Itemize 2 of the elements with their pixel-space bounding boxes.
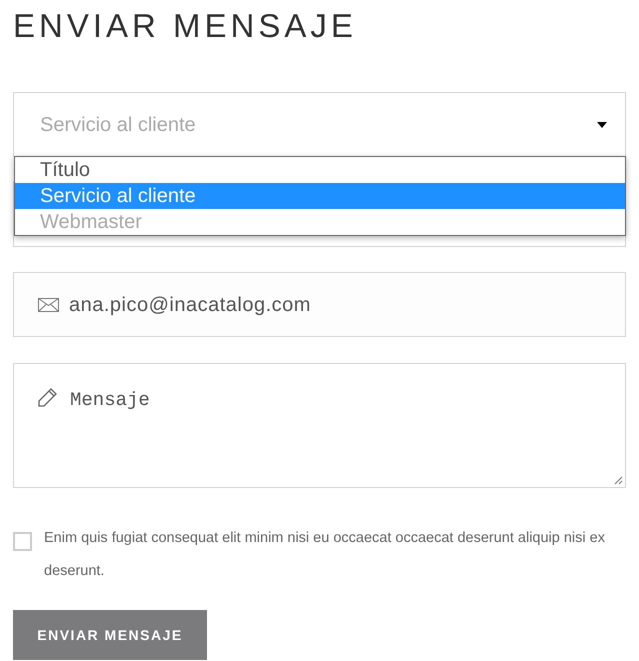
consent-text: Enim quis fugiat consequat elit minim nisi eu occaecat occaecat deserunt aliquip nisi ex deserunt. — [44, 529, 606, 581]
page-title: ENVIAR MENSAJE — [13, 8, 358, 44]
